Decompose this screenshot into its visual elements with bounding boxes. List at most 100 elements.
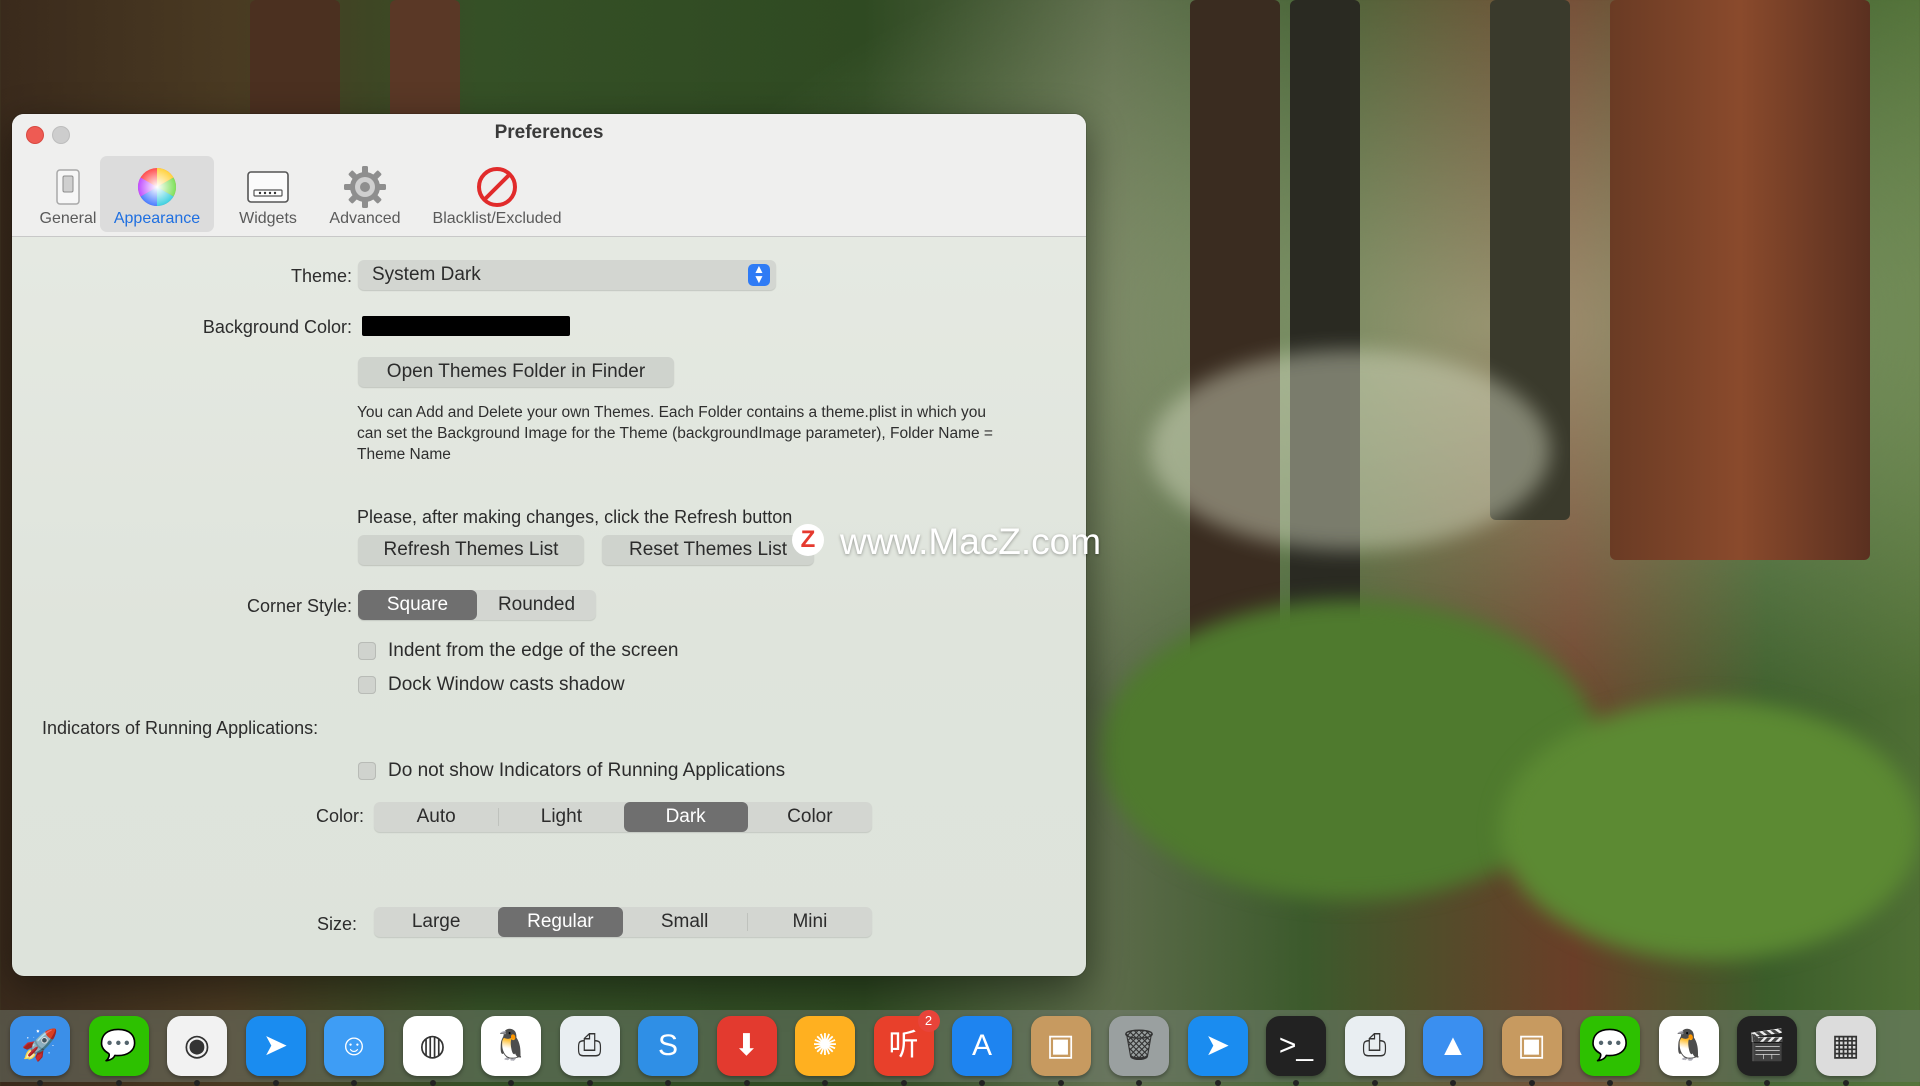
background-color-label: Background Color:	[202, 317, 352, 337]
pinwheel-icon[interactable]: ✺	[795, 1016, 855, 1086]
final-cut-icon[interactable]: 🎬	[1737, 1016, 1797, 1086]
altimeter-icon[interactable]: ▲	[1423, 1016, 1483, 1086]
prohibited-icon	[477, 167, 517, 207]
chevron-updown-icon: ▲ ▼	[748, 263, 770, 286]
running-indicator	[1842, 1080, 1849, 1086]
tab-label: Advanced	[329, 210, 401, 227]
watermark-logo: Z	[792, 524, 824, 556]
size-small-segment[interactable]: Small	[623, 907, 747, 937]
dock: 🚀 💬 ◉ ➤ ☺ ◍ 🐧 ⎙ S ⬇ ✺ 听 2 A ▣ 🗑 ➤ >_ ⎙ ▲ ▣ 💬 🐧 🎬 ▦	[0, 1010, 1920, 1086]
running-indicator	[743, 1080, 750, 1086]
themes-help-text: You can Add and Delete your own Themes. …	[357, 404, 993, 463]
open-themes-folder-button[interactable]: Open Themes Folder in Finder	[358, 357, 674, 387]
running-indicator	[900, 1080, 907, 1086]
indicator-size-label: Size:	[316, 914, 357, 934]
checkbox-label: Indent from the edge of the screen	[388, 640, 679, 661]
package-icon[interactable]: ▣	[1501, 1016, 1562, 1086]
checkbox-box[interactable]	[358, 642, 376, 660]
qq-penguin-icon[interactable]: 🐧	[481, 1016, 541, 1086]
indicators-label: Indicators of Running Applications:	[42, 718, 319, 738]
corner-style-control: Square Rounded	[358, 590, 596, 620]
foliage	[1150, 350, 1550, 550]
tree-trunk	[1610, 0, 1870, 560]
theme-label: Theme:	[290, 266, 352, 286]
theme-value: System Dark	[372, 264, 481, 285]
running-indicator	[1764, 1080, 1770, 1086]
trash-icon[interactable]: 🗑	[1109, 1016, 1169, 1086]
indicator-size-control: Large Regular Small Mini	[374, 907, 872, 937]
running-indicator	[115, 1080, 122, 1086]
package-icon[interactable]: ▣	[1030, 1016, 1091, 1086]
s-icon[interactable]: S	[638, 1016, 698, 1086]
running-indicator	[429, 1080, 436, 1086]
corner-style-label: Corner Style:	[246, 596, 352, 616]
running-indicator	[194, 1080, 200, 1086]
running-indicator	[1214, 1080, 1221, 1086]
color-light-segment[interactable]: Light	[499, 802, 623, 832]
running-indicator	[979, 1080, 985, 1086]
size-regular-segment[interactable]: Regular	[498, 907, 623, 937]
calculator-icon[interactable]: ▦	[1815, 1016, 1876, 1086]
printer-icon[interactable]: ⎙	[1344, 1016, 1405, 1086]
printer-icon[interactable]: ⎙	[559, 1016, 620, 1086]
wechat-icon[interactable]: 💬	[1580, 1016, 1640, 1086]
reset-themes-button[interactable]: Reset Themes List	[602, 535, 814, 565]
color-wheel-icon	[137, 167, 177, 207]
tab-appearance[interactable]: Appearance	[100, 156, 214, 232]
tab-label: Blacklist/Excluded	[432, 210, 562, 227]
running-indicator	[822, 1080, 828, 1086]
qq-browser-icon[interactable]: ◍	[402, 1016, 463, 1086]
paper-plane-icon[interactable]: ➤	[245, 1016, 306, 1086]
tab-label: Appearance	[113, 210, 201, 227]
corner-square-segment[interactable]: Square	[358, 590, 477, 620]
tab-advanced[interactable]: Advanced	[312, 156, 418, 232]
wechat-icon[interactable]: 💬	[88, 1016, 149, 1086]
running-indicator	[586, 1080, 593, 1086]
widgets-icon	[247, 171, 289, 203]
running-indicator	[272, 1080, 279, 1086]
running-indicator	[1293, 1080, 1299, 1086]
tree-trunk	[250, 0, 340, 130]
tree-trunk	[390, 0, 460, 130]
chrome-icon[interactable]: ◉	[167, 1016, 227, 1086]
tab-blacklist[interactable]: Blacklist/Excluded	[414, 156, 580, 232]
news-icon[interactable]: 听2	[873, 1010, 940, 1086]
window-title: Preferences	[494, 122, 604, 143]
size-large-segment[interactable]: Large	[374, 907, 498, 937]
running-indicator	[1528, 1080, 1535, 1086]
qq-penguin-icon[interactable]: 🐧	[1658, 1016, 1719, 1086]
running-indicator	[1607, 1080, 1613, 1086]
background-color-well[interactable]	[362, 316, 570, 336]
tab-widgets[interactable]: Widgets	[222, 156, 314, 232]
title-bar: Preferences General Appearance Widgets A…	[12, 114, 1086, 237]
refresh-themes-button[interactable]: Refresh Themes List	[358, 535, 584, 565]
running-indicator	[1450, 1080, 1456, 1086]
paper-plane-icon[interactable]: ➤	[1187, 1016, 1248, 1086]
running-indicator	[351, 1080, 357, 1086]
gear-icon	[344, 166, 386, 208]
refresh-note: Please, after making changes, click the …	[357, 507, 793, 527]
checkbox-box[interactable]	[358, 676, 376, 694]
watermark-text: www.MacZ.com	[840, 521, 1102, 562]
foliage	[1500, 700, 1920, 960]
switch-icon	[56, 169, 80, 205]
rocket-icon[interactable]: 🚀	[10, 1016, 70, 1086]
indicator-color-label: Color:	[315, 806, 364, 826]
running-indicator	[1685, 1080, 1692, 1086]
size-mini-segment[interactable]: Mini	[748, 907, 872, 937]
color-color-segment[interactable]: Color	[748, 802, 872, 832]
color-dark-segment[interactable]: Dark	[623, 802, 748, 832]
finder-icon[interactable]: ☺	[324, 1016, 384, 1086]
running-indicator	[1057, 1080, 1064, 1086]
download-icon[interactable]: ⬇	[716, 1016, 777, 1086]
theme-popup[interactable]: System Dark ▲ ▼	[358, 260, 776, 290]
running-indicator	[1371, 1080, 1378, 1086]
running-indicator	[1136, 1080, 1142, 1086]
indicator-color-control: Auto Light Dark Color	[374, 802, 872, 832]
corner-rounded-segment[interactable]: Rounded	[477, 590, 596, 620]
app-store-icon[interactable]: A	[952, 1016, 1012, 1086]
checkbox-box[interactable]	[358, 762, 376, 780]
terminal-icon[interactable]: >_	[1266, 1016, 1326, 1086]
checkbox-label: Dock Window casts shadow	[388, 674, 625, 695]
color-auto-segment[interactable]: Auto	[374, 802, 498, 832]
